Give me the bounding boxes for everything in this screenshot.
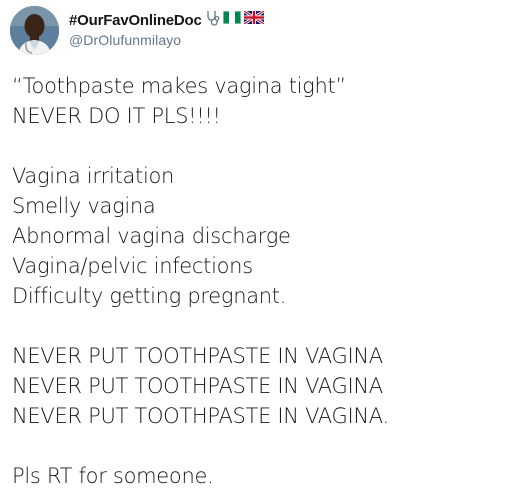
- tweet: #OurFavOnlineDoc @DrOlufunmilayo “Toothp…: [0, 0, 530, 497]
- tweet-line: “Toothpaste makes vagina tight”: [12, 74, 347, 98]
- name-emoji-row: [206, 9, 265, 31]
- tweet-line: NEVER DO IT PLS!!!!: [12, 104, 221, 128]
- name-row: #OurFavOnlineDoc: [69, 9, 265, 31]
- display-name[interactable]: #OurFavOnlineDoc: [69, 12, 202, 29]
- avatar[interactable]: [10, 6, 59, 55]
- tweet-header: #OurFavOnlineDoc @DrOlufunmilayo: [10, 6, 265, 56]
- user-handle[interactable]: @DrOlufunmilayo: [69, 32, 264, 48]
- tweet-line: NEVER PUT TOOTHPASTE IN VAGINA.: [12, 404, 389, 428]
- tweet-line: NEVER PUT TOOTHPASTE IN VAGINA: [12, 374, 383, 398]
- tweet-line: Smelly vagina: [12, 194, 156, 218]
- tweet-line: Vagina/pelvic infections: [12, 254, 253, 278]
- uk-flag-icon: [242, 9, 265, 29]
- tweet-line: Vagina irritation: [12, 164, 175, 188]
- tweet-line: Abnormal vagina discharge: [12, 224, 291, 248]
- author-names: #OurFavOnlineDoc @DrOlufunmilayo: [69, 6, 265, 48]
- tweet-line: Difficulty getting pregnant.: [12, 284, 287, 308]
- stethoscope-icon: [206, 10, 220, 31]
- tweet-text: “Toothpaste makes vagina tight” NEVER DO…: [12, 71, 522, 491]
- tweet-line: Pls RT for someone.: [12, 464, 214, 488]
- tweet-line: NEVER PUT TOOTHPASTE IN VAGINA: [12, 344, 383, 368]
- nigeria-flag-icon: [222, 11, 241, 29]
